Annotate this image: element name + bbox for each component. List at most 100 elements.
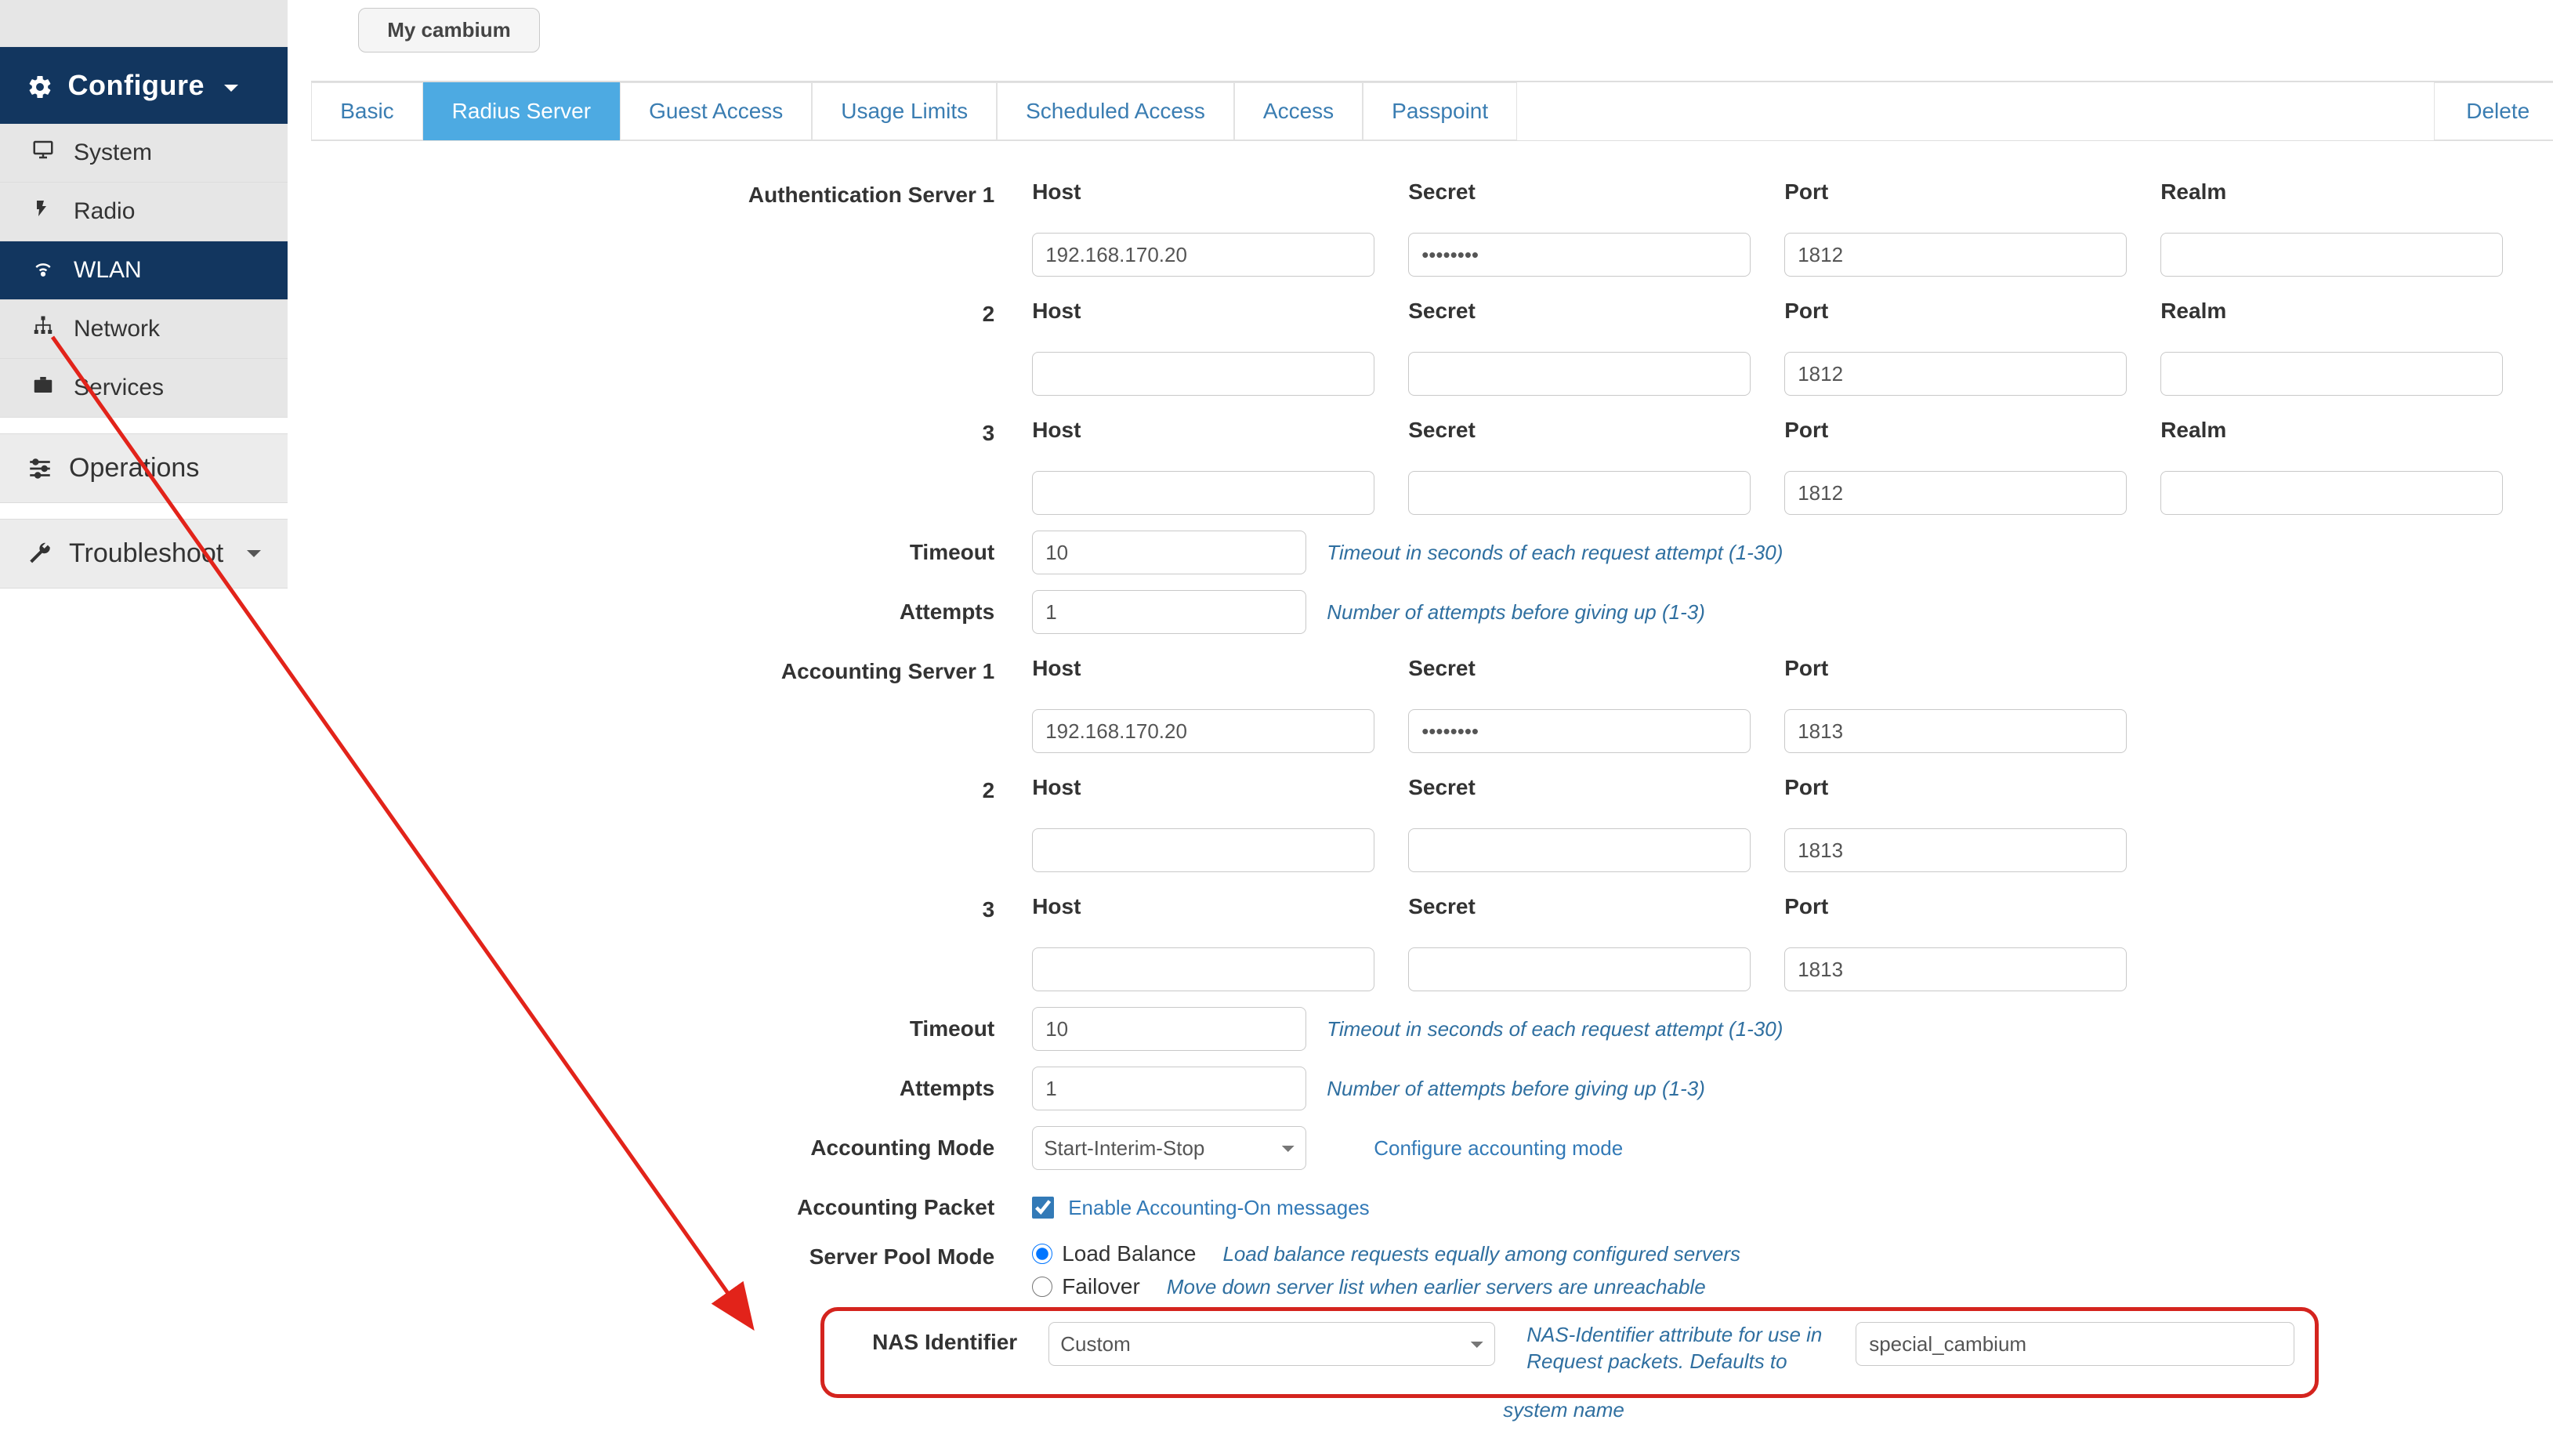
sidebar: Configure System Radio WLAN Network — [0, 0, 288, 1456]
col-realm: Realm — [2160, 418, 2521, 443]
acct-server-2-inputs — [350, 824, 2522, 876]
col-secret: Secret — [1408, 775, 1769, 800]
sidebar-item-services[interactable]: Services — [0, 359, 288, 418]
auth2-secret-input[interactable] — [1408, 352, 1751, 396]
col-secret: Secret — [1408, 894, 1769, 919]
auth-timeout-row: Timeout Timeout in seconds of each reque… — [350, 527, 2522, 578]
accounting-packet-label: Accounting Packet — [350, 1195, 1032, 1220]
tabs-row: Basic Radius Server Guest Access Usage L… — [311, 81, 2553, 141]
acct-server-1-label: Accounting Server 1 — [350, 659, 1032, 684]
acct2-secret-input[interactable] — [1408, 828, 1751, 872]
acct-timeout-input[interactable] — [1032, 1007, 1306, 1051]
auth3-host-input[interactable] — [1032, 471, 1374, 515]
main-content: My cambium Basic Radius Server Guest Acc… — [288, 0, 2553, 1456]
nas-identifier-input[interactable] — [1856, 1322, 2294, 1366]
sliders-icon — [27, 455, 53, 482]
acct-server-3-header: 3 Host Secret Port — [350, 884, 2522, 936]
sidebar-item-label: Radio — [74, 198, 135, 225]
radio-failover[interactable] — [1032, 1277, 1052, 1297]
accounting-mode-select[interactable]: Start-Interim-Stop — [1032, 1126, 1306, 1170]
sidebar-item-system[interactable]: System — [0, 124, 288, 183]
briefcase-icon — [31, 373, 58, 403]
accounting-mode-row: Accounting Mode Start-Interim-Stop Confi… — [350, 1122, 2522, 1174]
sidebar-item-label: Network — [74, 316, 160, 342]
acct-server-2-header: 2 Host Secret Port — [350, 765, 2522, 817]
auth-attempts-row: Attempts Number of attempts before givin… — [350, 586, 2522, 638]
auth2-realm-input[interactable] — [2160, 352, 2503, 396]
tab-radius-server[interactable]: Radius Server — [423, 82, 620, 140]
profile-chip[interactable]: My cambium — [358, 8, 540, 53]
acct-server-2-label: 2 — [350, 778, 1032, 803]
tab-usage-limits[interactable]: Usage Limits — [812, 82, 997, 140]
col-port: Port — [1784, 299, 2145, 324]
col-host: Host — [1032, 179, 1392, 205]
col-secret: Secret — [1408, 299, 1769, 324]
tab-guest-access[interactable]: Guest Access — [620, 82, 812, 140]
sidebar-configure-label: Configure — [68, 69, 205, 101]
acct-timeout-row: Timeout Timeout in seconds of each reque… — [350, 1003, 2522, 1055]
auth3-secret-input[interactable] — [1408, 471, 1751, 515]
acct1-host-input[interactable] — [1032, 709, 1374, 753]
auth2-host-input[interactable] — [1032, 352, 1374, 396]
auth-server-3-inputs — [350, 467, 2522, 519]
delete-button[interactable]: Delete — [2434, 82, 2553, 140]
wifi-icon — [31, 255, 58, 285]
accounting-mode-desc: Configure accounting mode — [1374, 1136, 1623, 1161]
auth-timeout-input[interactable] — [1032, 531, 1306, 574]
acct-server-3-label: 3 — [350, 897, 1032, 922]
tab-passpoint[interactable]: Passpoint — [1363, 82, 1517, 140]
auth-attempts-input[interactable] — [1032, 590, 1306, 634]
acct-attempts-row: Attempts Number of attempts before givin… — [350, 1063, 2522, 1114]
sidebar-operations[interactable]: Operations — [0, 433, 288, 503]
sidebar-item-label: Services — [74, 375, 164, 401]
radio-failover-label: Failover — [1062, 1274, 1140, 1299]
auth1-realm-input[interactable] — [2160, 233, 2503, 277]
nas-identifier-desc-overflow: system name — [1503, 1398, 1624, 1422]
sidebar-troubleshoot[interactable]: Troubleshoot — [0, 519, 288, 589]
server-pool-label: Server Pool Mode — [350, 1241, 1032, 1269]
tab-scheduled-access[interactable]: Scheduled Access — [997, 82, 1234, 140]
accounting-on-checkbox[interactable] — [1032, 1197, 1054, 1219]
auth2-port-input[interactable] — [1784, 352, 2127, 396]
radio-load-balance-label: Load Balance — [1062, 1241, 1196, 1266]
accounting-packet-row: Accounting Packet Enable Accounting-On m… — [350, 1182, 2522, 1233]
sidebar-item-network[interactable]: Network — [0, 300, 288, 359]
auth1-port-input[interactable] — [1784, 233, 2127, 277]
sidebar-item-wlan[interactable]: WLAN — [0, 241, 288, 300]
col-secret: Secret — [1408, 656, 1769, 681]
nas-identifier-desc: NAS-Identifier attribute for use in Requ… — [1526, 1322, 1824, 1375]
acct3-secret-input[interactable] — [1408, 947, 1751, 991]
auth3-realm-input[interactable] — [2160, 471, 2503, 515]
auth1-secret-input[interactable] — [1408, 233, 1751, 277]
acct2-host-input[interactable] — [1032, 828, 1374, 872]
accounting-on-label: Enable Accounting-On messages — [1068, 1196, 1369, 1220]
acct-attempts-desc: Number of attempts before giving up (1-3… — [1327, 1077, 1705, 1101]
sidebar-configure-header[interactable]: Configure — [0, 47, 288, 124]
tab-basic[interactable]: Basic — [311, 82, 422, 140]
nas-identifier-select[interactable]: Custom — [1048, 1322, 1495, 1366]
acct-attempts-label: Attempts — [350, 1076, 1032, 1101]
col-port: Port — [1784, 418, 2145, 443]
auth1-host-input[interactable] — [1032, 233, 1374, 277]
col-host: Host — [1032, 775, 1392, 800]
auth-server-1-header: Authentication Server 1 Host Secret Port… — [350, 169, 2522, 221]
acct1-secret-input[interactable] — [1408, 709, 1751, 753]
auth-timeout-label: Timeout — [350, 540, 1032, 565]
sidebar-item-radio[interactable]: Radio — [0, 183, 288, 241]
gear-icon — [27, 74, 53, 100]
acct1-port-input[interactable] — [1784, 709, 2127, 753]
chevron-down-icon — [224, 85, 238, 92]
acct3-host-input[interactable] — [1032, 947, 1374, 991]
chevron-down-icon — [247, 550, 261, 557]
acct-attempts-input[interactable] — [1032, 1067, 1306, 1110]
col-port: Port — [1784, 656, 2145, 681]
auth3-port-input[interactable] — [1784, 471, 2127, 515]
col-host: Host — [1032, 299, 1392, 324]
acct3-port-input[interactable] — [1784, 947, 2127, 991]
acct-server-3-inputs — [350, 944, 2522, 995]
acct2-port-input[interactable] — [1784, 828, 2127, 872]
acct-server-1-header: Accounting Server 1 Host Secret Port — [350, 646, 2522, 697]
radio-load-balance[interactable] — [1032, 1244, 1052, 1264]
sitemap-icon — [31, 314, 58, 344]
tab-access[interactable]: Access — [1234, 82, 1363, 140]
